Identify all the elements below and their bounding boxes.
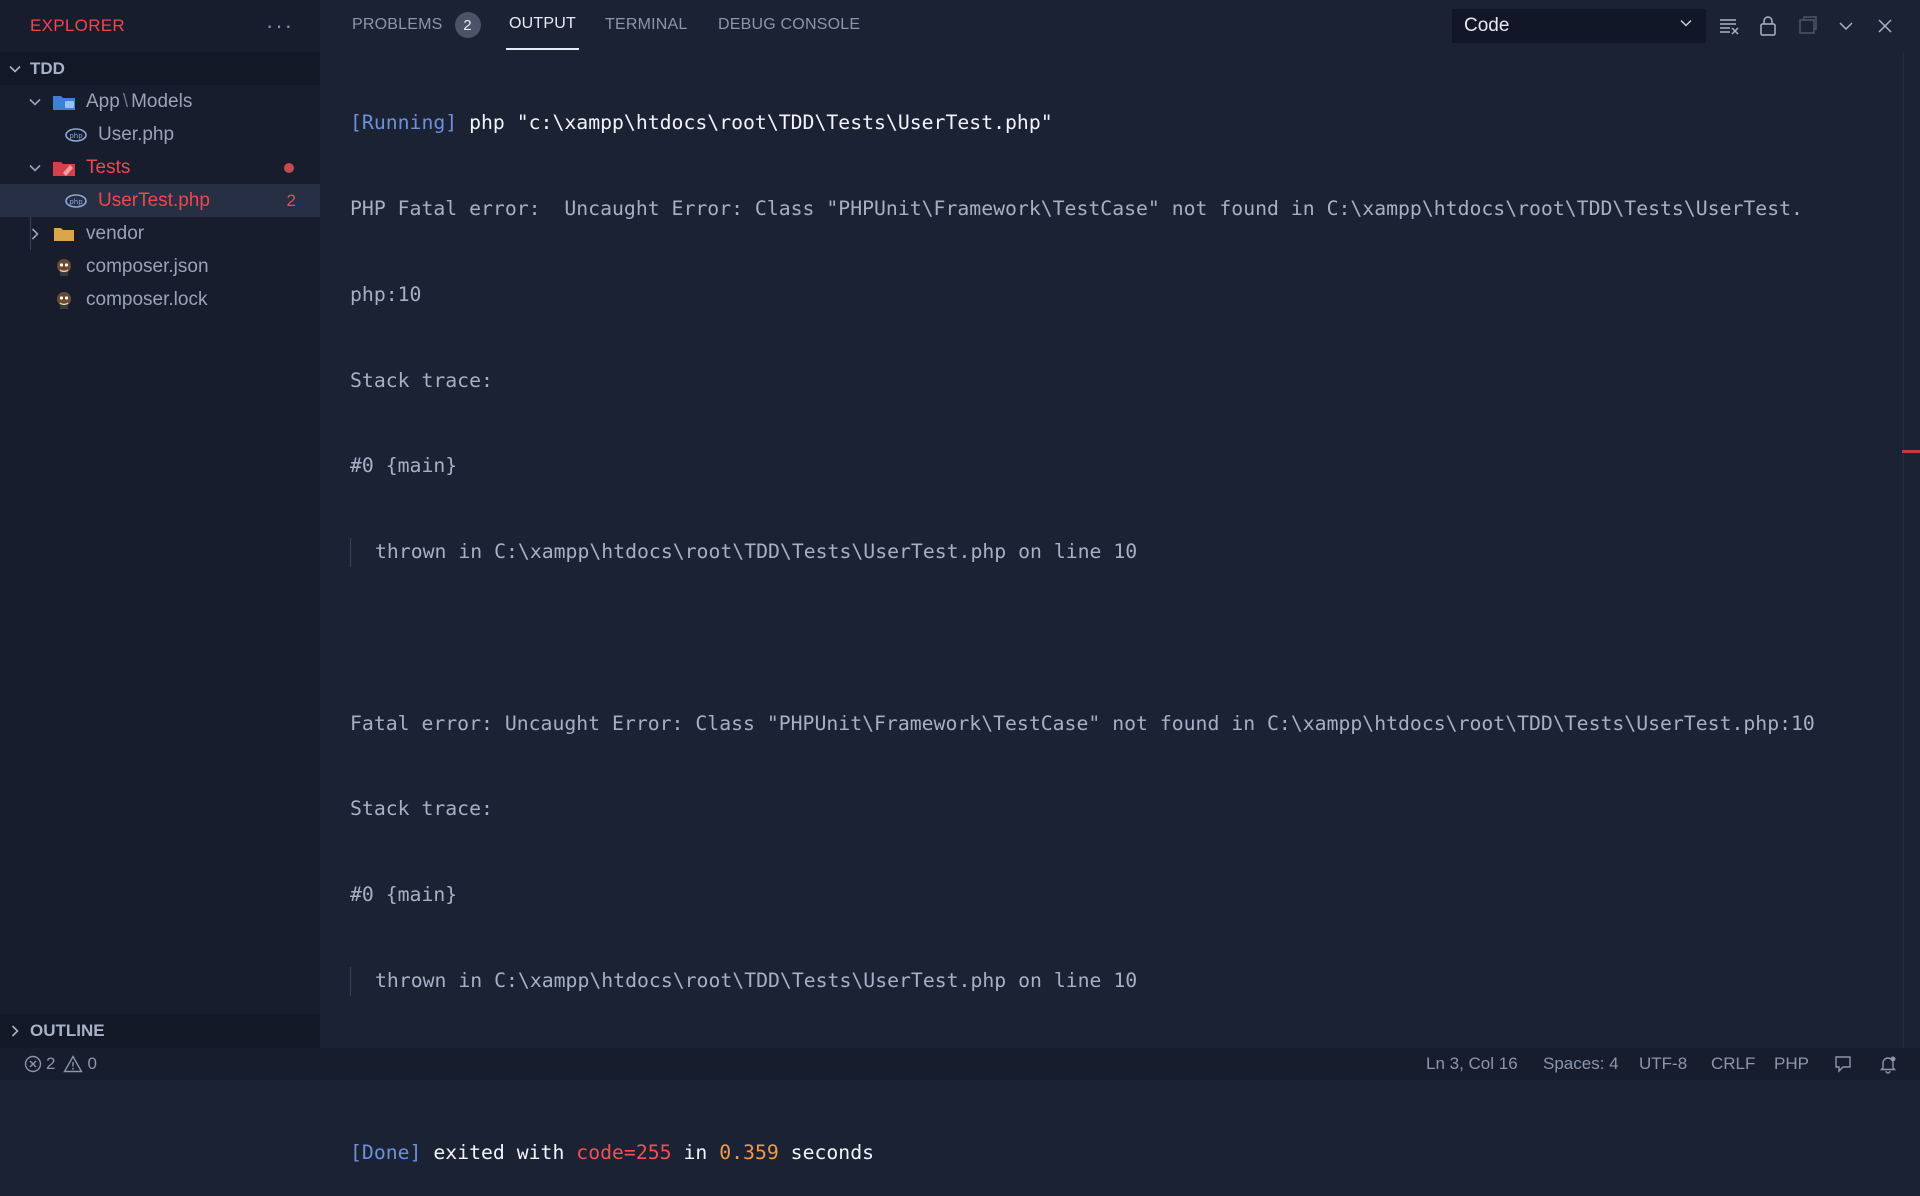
tab-debug-console[interactable]: DEBUG CONSOLE [718, 0, 860, 50]
output-indented-text: thrown in C:\xampp\htdocs\root\TDD\Tests… [350, 967, 1137, 996]
tree-label-usertest-php: UserTest.php [98, 189, 210, 211]
modified-dot-icon [284, 162, 294, 173]
tab-output[interactable]: OUTPUT [506, 0, 579, 50]
output-line: thrown in C:\xampp\htdocs\root\TDD\Tests… [350, 967, 1890, 996]
language-mode[interactable]: PHP [1774, 1054, 1809, 1074]
eol-setting[interactable]: CRLF [1711, 1054, 1755, 1074]
tree-file-composer-lock[interactable]: composer.lock [0, 283, 320, 316]
outline-label: OUTLINE [30, 1021, 105, 1040]
done-text: seconds [778, 1140, 875, 1164]
folder-root-tdd[interactable]: TDD [0, 52, 320, 85]
folder-tests-icon [52, 158, 76, 178]
cursor-position[interactable]: Ln 3, Col 16 [1426, 1054, 1518, 1074]
tree-file-composer-json[interactable]: composer.json [0, 250, 320, 283]
warning-icon [63, 1055, 84, 1073]
chevron-down-icon [1678, 15, 1694, 37]
path-separator: \ [122, 90, 129, 112]
tree-label-composer-json: composer.json [86, 255, 209, 277]
php-file-icon: php [64, 125, 88, 145]
more-actions-button[interactable]: ··· [266, 13, 294, 39]
chevron-down-icon[interactable] [1832, 12, 1860, 40]
tree-label-models: Models [131, 90, 193, 112]
close-icon[interactable] [1871, 12, 1899, 40]
tab-terminal-label: TERMINAL [605, 16, 688, 33]
svg-text:php: php [69, 132, 83, 140]
chevron-down-icon [0, 62, 30, 76]
chevron-down-icon [26, 161, 44, 175]
tab-terminal[interactable]: TERMINAL [605, 0, 688, 50]
scrollbar-track[interactable] [1903, 52, 1904, 1048]
folder-icon [52, 224, 76, 244]
tree-file-user-php[interactable]: php User.php [0, 118, 320, 151]
output-line: Fatal error: Uncaught Error: Class "PHPU… [350, 711, 1815, 735]
elapsed-time: 0.359 [719, 1140, 779, 1164]
tree-folder-tests[interactable]: Tests [0, 151, 320, 184]
run-command: php "c:\xampp\htdocs\root\TDD\Tests\User… [457, 111, 1053, 135]
tab-output-label: OUTPUT [509, 15, 576, 32]
output-line: Stack trace: [350, 368, 493, 392]
encoding-setting[interactable]: UTF-8 [1639, 1054, 1687, 1074]
tree-file-usertest-php[interactable]: php UserTest.php 2 [0, 184, 320, 217]
maximize-panel-icon[interactable] [1794, 12, 1822, 40]
chevron-right-icon [0, 1024, 30, 1038]
done-text: in [671, 1140, 720, 1164]
composer-icon [52, 290, 76, 310]
output-line: thrown in C:\xampp\htdocs\root\TDD\Tests… [350, 538, 1890, 567]
output-indented-text: thrown in C:\xampp\htdocs\root\TDD\Tests… [350, 538, 1137, 567]
problems-count-badge: 2 [454, 12, 481, 38]
php-file-icon: php [64, 191, 88, 211]
chevron-down-icon [26, 95, 44, 109]
tree-label-user-php: User.php [98, 123, 175, 145]
output-blank-line [350, 624, 1890, 653]
tab-problems[interactable]: PROBLEMS 2 [352, 0, 481, 50]
panel-header: PROBLEMS 2 OUTPUT TERMINAL DEBUG CONSOLE… [320, 0, 1920, 52]
output-channel-select[interactable]: Code [1452, 9, 1706, 43]
chevron-right-icon [26, 227, 44, 241]
output-line: [Running] php "c:\xampp\htdocs\root\TDD\… [350, 109, 1890, 138]
status-bar: 2 0 Ln 3, Col 16 Spaces: 4 UTF-8 CRLF PH… [0, 1048, 1920, 1080]
lock-scroll-icon[interactable] [1754, 12, 1782, 40]
tree-label-tests: Tests [86, 156, 131, 178]
done-tag: [Done] [350, 1140, 422, 1164]
output-done-line: [Done] exited with code=255 in 0.359 sec… [350, 1139, 1890, 1168]
scrollbar-error-marker [1902, 450, 1920, 453]
warning-count: 0 [87, 1054, 97, 1073]
output-channel-value: Code [1464, 15, 1510, 36]
done-text: exited with [421, 1140, 577, 1164]
tab-problems-label: PROBLEMS [352, 16, 443, 33]
tree-folder-vendor[interactable]: vendor [0, 217, 320, 250]
explorer-title: EXPLORER [30, 16, 125, 35]
output-line: Stack trace: [350, 797, 493, 821]
composer-icon [52, 257, 76, 277]
tree-label-composer-lock: composer.lock [86, 288, 208, 310]
error-icon [24, 1055, 42, 1073]
outline-section-header[interactable]: OUTLINE [0, 1014, 320, 1048]
tree-label-vendor: vendor [86, 222, 145, 244]
running-tag: [Running] [350, 111, 458, 135]
output-line: php:10 [350, 282, 422, 306]
tree-folder-app-models[interactable]: App \ Models [0, 85, 320, 118]
problem-count-badge: 2 [286, 190, 296, 210]
clear-output-icon[interactable] [1715, 12, 1743, 40]
exit-code: code=255 [576, 1140, 672, 1164]
output-line: PHP Fatal error: Uncaught Error: Class "… [350, 196, 1803, 220]
notifications-bell-icon[interactable] [1878, 1054, 1898, 1074]
feedback-icon[interactable] [1833, 1054, 1853, 1074]
svg-text:php: php [69, 198, 83, 206]
tree-label-app: App [86, 90, 120, 112]
tab-debug-console-label: DEBUG CONSOLE [718, 16, 861, 33]
folder-models-icon [52, 92, 76, 112]
root-folder-label: TDD [30, 58, 65, 78]
indentation-setting[interactable]: Spaces: 4 [1543, 1054, 1619, 1074]
explorer-sidebar: EXPLORER ··· TDD App \ Models php User.p… [0, 0, 320, 1048]
explorer-header: EXPLORER ··· [0, 0, 320, 52]
output-line: #0 {main} [350, 454, 458, 478]
error-count: 2 [46, 1054, 56, 1073]
problems-status[interactable]: 2 0 [24, 1054, 97, 1074]
output-text-area[interactable]: [Running] php "c:\xampp\htdocs\root\TDD\… [350, 52, 1890, 1196]
output-line: #0 {main} [350, 883, 458, 907]
